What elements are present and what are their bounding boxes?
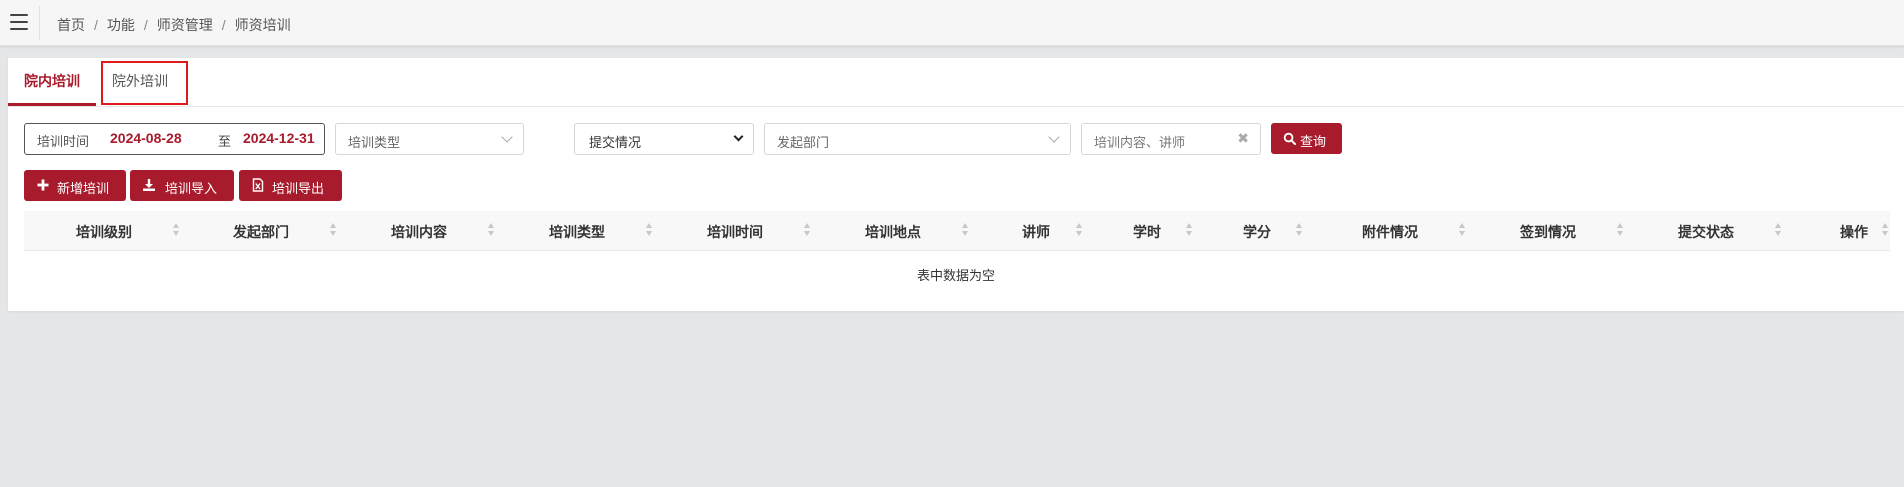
sort-icon[interactable]	[1459, 223, 1467, 237]
export-training-button[interactable]: 培训导出	[239, 170, 342, 201]
chevron-down-icon	[733, 131, 744, 142]
sort-icon[interactable]	[330, 223, 338, 237]
column-header: 操作	[1840, 224, 1868, 240]
sort-icon[interactable]	[804, 223, 812, 237]
import-training-button[interactable]: 培训导入	[130, 170, 234, 201]
sort-icon[interactable]	[1076, 223, 1084, 237]
breadcrumb-teacher-management[interactable]: 师资管理	[157, 17, 213, 33]
date-range-picker[interactable]: 培训时间 2024-08-28 至 2024-12-31	[24, 123, 325, 155]
add-training-label: 新增培训	[57, 181, 110, 196]
menu-icon[interactable]	[10, 14, 28, 30]
column-header[interactable]: 附件情况	[1362, 222, 1418, 242]
column-header[interactable]: 培训时间	[707, 222, 763, 242]
training-type-select[interactable]: 培训类型	[335, 123, 524, 155]
training-type-placeholder: 培训类型	[348, 135, 401, 150]
close-icon[interactable]: ✖	[1237, 130, 1249, 147]
breadcrumb-home[interactable]: 首页	[57, 17, 85, 33]
column-header[interactable]: 提交状态	[1678, 222, 1734, 242]
department-placeholder: 发起部门	[777, 135, 830, 150]
search-icon	[1283, 132, 1296, 145]
export-training-label: 培训导出	[272, 181, 325, 196]
add-training-button[interactable]: 新增培训	[24, 170, 126, 201]
column-header[interactable]: 学时	[1133, 222, 1161, 242]
table-header: 培训级别 发起部门 培训内容 培训类型 培训时间 培训地点 讲师 学时 学分 附…	[24, 211, 1890, 251]
chevron-down-icon	[1048, 131, 1060, 143]
top-bar: 首页 / 功能 / 师资管理 / 师资培训	[0, 0, 1904, 46]
sort-icon[interactable]	[1296, 223, 1304, 237]
sort-icon[interactable]	[1775, 223, 1783, 237]
date-start-input[interactable]: 2024-08-28	[110, 130, 182, 146]
table-empty-message: 表中数据为空	[916, 268, 995, 283]
highlight-box	[101, 61, 188, 105]
submit-status-value: 提交情况	[589, 135, 642, 150]
breadcrumb-function[interactable]: 功能	[107, 17, 135, 33]
plus-icon	[37, 179, 49, 191]
column-header[interactable]: 培训级别	[76, 222, 132, 242]
date-range-separator: 至	[218, 134, 232, 149]
sort-icon[interactable]	[962, 223, 970, 237]
department-select[interactable]: 发起部门	[764, 123, 1071, 155]
column-header[interactable]: 培训内容	[391, 222, 447, 242]
submit-status-select[interactable]: 提交情况	[574, 123, 754, 155]
date-range-label: 培训时间	[37, 134, 90, 149]
download-icon	[143, 179, 155, 191]
keyword-placeholder: 培训内容、讲师	[1094, 135, 1186, 150]
column-header[interactable]: 讲师	[1022, 222, 1050, 242]
search-button-label: 查询	[1300, 134, 1327, 149]
divider	[39, 6, 40, 40]
sort-icon[interactable]	[173, 223, 181, 237]
chevron-down-icon	[501, 131, 513, 143]
sort-icon[interactable]	[488, 223, 496, 237]
column-header[interactable]: 发起部门	[233, 222, 289, 242]
date-end-input[interactable]: 2024-12-31	[243, 130, 315, 146]
column-header[interactable]: 签到情况	[1520, 222, 1576, 242]
tab-bar: 院内培训 院外培训	[8, 58, 1904, 107]
sort-icon[interactable]	[1617, 223, 1625, 237]
sort-icon[interactable]	[646, 223, 654, 237]
sort-icon[interactable]	[1186, 223, 1194, 237]
breadcrumb-current: 师资培训	[234, 17, 291, 33]
column-header[interactable]: 培训类型	[549, 222, 605, 242]
active-tab-indicator	[8, 103, 96, 106]
tab-internal-training[interactable]: 院内培训	[24, 71, 80, 91]
main-panel: 院内培训 院外培训 培训时间 2024-08-28 至 2024-12-31 培…	[8, 58, 1904, 311]
keyword-search-input[interactable]: 培训内容、讲师 ✖	[1081, 123, 1261, 155]
column-header[interactable]: 培训地点	[865, 222, 921, 242]
column-header[interactable]: 学分	[1243, 222, 1271, 242]
search-button[interactable]: 查询	[1271, 123, 1342, 154]
excel-file-icon	[252, 178, 264, 192]
import-training-label: 培训导入	[165, 181, 218, 196]
breadcrumb: 首页 / 功能 / 师资管理 / 师资培训	[57, 17, 291, 33]
sort-icon[interactable]	[1882, 223, 1890, 237]
